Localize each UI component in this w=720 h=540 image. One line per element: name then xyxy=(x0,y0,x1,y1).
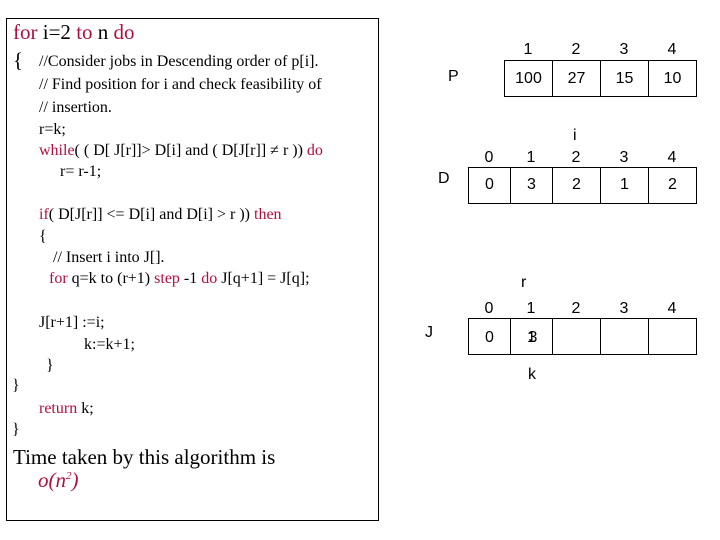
keyword-then: then xyxy=(254,206,282,223)
keyword-for: for xyxy=(13,20,38,44)
assign-r: r=k; xyxy=(39,121,66,138)
time-complexity-text: Time taken by this algorithm is xyxy=(13,445,276,469)
array-p-index: 1 xyxy=(523,41,533,58)
keyword-return: return xyxy=(39,400,78,417)
array-p-cell: 15 xyxy=(600,60,649,97)
array-d-index: 4 xyxy=(667,149,677,166)
array-p-value: 10 xyxy=(663,70,682,87)
keyword-do: do xyxy=(113,20,135,44)
array-p-value: 100 xyxy=(515,70,542,87)
keyword-to: to xyxy=(76,20,93,44)
loop-range-end: n xyxy=(92,20,114,44)
array-label-j: J xyxy=(425,324,433,341)
array-j-index: 4 xyxy=(667,300,677,317)
array-p-value: 15 xyxy=(615,70,634,87)
array-d-index: 0 xyxy=(484,149,494,166)
inner-brace-close: } xyxy=(46,357,54,374)
comment-find-position: // Find position for i and check feasibi… xyxy=(39,76,322,93)
array-d-value: 1 xyxy=(620,176,629,193)
pointer-r: r xyxy=(521,274,527,291)
return-line: return k; xyxy=(39,400,94,418)
complexity-close: ) xyxy=(71,468,79,492)
complexity-expression: o(n2) xyxy=(38,468,79,493)
array-p-cell: 10 xyxy=(648,60,697,97)
array-j-value: 0 xyxy=(485,329,494,346)
array-d-cell: 2 xyxy=(648,167,697,204)
assign-j: J[r+1] :=i; xyxy=(39,314,105,331)
array-j-cell xyxy=(600,318,649,355)
array-d-value: 2 xyxy=(668,176,677,193)
array-j-cell: 0 xyxy=(468,318,511,355)
decrement-r: r= r-1; xyxy=(60,163,102,180)
function-close: } xyxy=(12,421,20,438)
array-d-value: 2 xyxy=(572,176,581,193)
step-value: -1 xyxy=(179,270,202,287)
comment-consider: //Consider jobs in Descending order of p… xyxy=(39,53,319,70)
array-j-cell xyxy=(552,318,601,355)
array-j-index: 3 xyxy=(619,300,629,317)
complexity-base: o(n xyxy=(38,468,66,492)
array-j-cell xyxy=(648,318,697,355)
for-range: q=k to (r+1) xyxy=(67,270,155,287)
while-condition: ( ( D[ J[r]]> D[i] and ( D[J[r]] ≠ r )) xyxy=(74,142,307,159)
keyword-do: do xyxy=(201,270,218,287)
array-d-cell: 0 xyxy=(468,167,511,204)
array-d-value: 3 xyxy=(527,176,536,193)
for-shift-line: for q=k to (r+1) step -1 do J[q+1] = J[q… xyxy=(49,270,310,288)
array-j-overlay-value: 3 xyxy=(528,329,538,346)
array-d-value: 0 xyxy=(485,176,494,193)
if-condition: ( D[J[r]] <= D[i] and D[i] > r )) xyxy=(48,206,254,223)
loop-range-start: i=2 xyxy=(37,20,77,44)
comment-insert: // Insert i into J[]. xyxy=(53,249,165,266)
array-label-d: D xyxy=(438,170,450,187)
for-body: J[q+1] = J[q]; xyxy=(217,270,310,287)
if-line: if( D[J[r]] <= D[i] and D[i] > r )) then xyxy=(39,206,282,224)
comment-insertion: // insertion. xyxy=(39,99,112,116)
array-d-cell: 3 xyxy=(510,167,553,204)
array-j-index: 0 xyxy=(484,300,494,317)
array-p-cell: 27 xyxy=(552,60,601,97)
array-p-value: 27 xyxy=(567,70,586,87)
array-j-cell: 13 xyxy=(510,318,553,355)
array-p-index: 2 xyxy=(571,41,581,58)
array-label-p: P xyxy=(448,68,459,85)
array-j-index: 2 xyxy=(571,300,581,317)
pointer-i: i xyxy=(573,127,577,144)
array-d-index: 3 xyxy=(619,149,629,166)
keyword-do: do xyxy=(306,142,323,159)
keyword-while: while xyxy=(39,142,75,159)
while-line: while( ( D[ J[r]]> D[i] and ( D[J[r]] ≠ … xyxy=(39,142,323,160)
array-d-index: 2 xyxy=(571,149,581,166)
keyword-for: for xyxy=(49,270,68,287)
return-value: k; xyxy=(77,400,94,417)
array-d-index: 1 xyxy=(526,149,536,166)
pointer-k: k xyxy=(528,366,536,383)
array-p-cell: 100 xyxy=(504,60,553,97)
array-p-index: 3 xyxy=(619,41,629,58)
brace-close: } xyxy=(12,377,20,394)
array-d-cell: 2 xyxy=(552,167,601,204)
array-j-index: 1 xyxy=(526,300,536,317)
for-loop-header: for i=2 to n do xyxy=(13,20,135,45)
keyword-step: step xyxy=(154,270,180,287)
increment-k: k:=k+1; xyxy=(84,336,135,353)
array-d-cell: 1 xyxy=(600,167,649,204)
inner-brace-open: { xyxy=(39,228,47,245)
brace-open: { xyxy=(13,48,24,72)
array-p-index: 4 xyxy=(667,41,677,58)
keyword-if: if xyxy=(39,206,49,223)
